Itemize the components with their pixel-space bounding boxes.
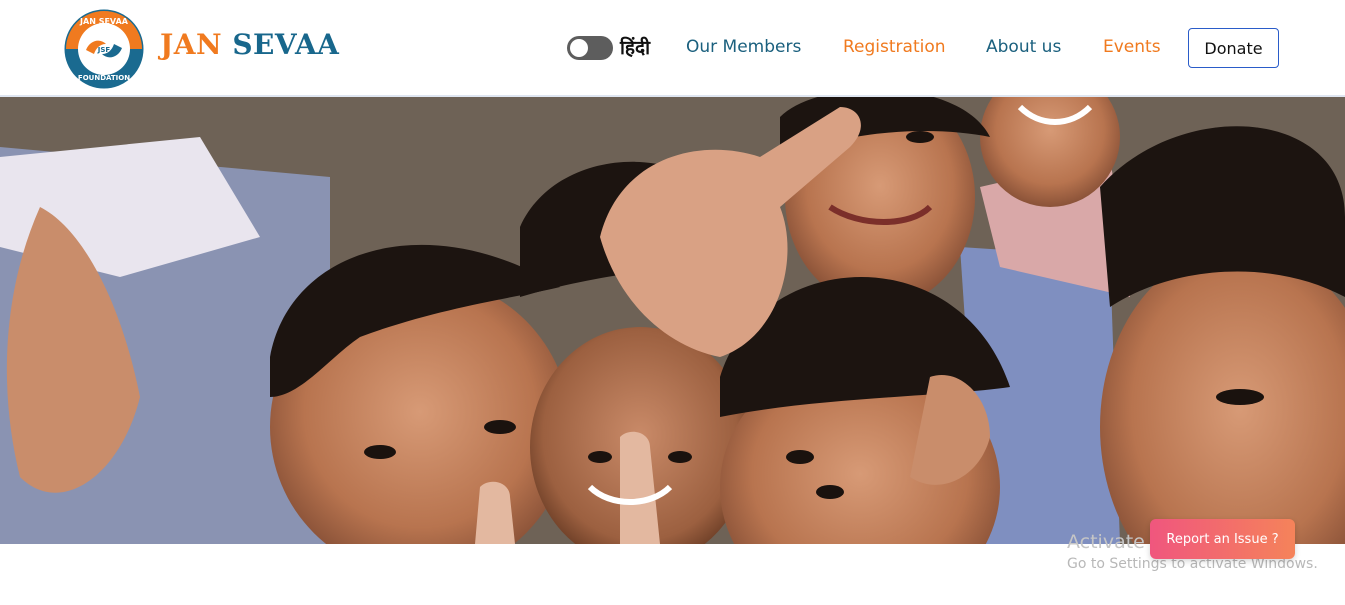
report-issue-button[interactable]: Report an Issue ?: [1150, 519, 1295, 559]
donate-button[interactable]: Donate: [1188, 28, 1279, 68]
nav-about-us[interactable]: About us: [986, 37, 1061, 57]
toggle-knob: [570, 39, 588, 57]
logo-text-bottom: FOUNDATION: [78, 74, 130, 82]
language-label: हिंदी: [620, 37, 651, 59]
nav-registration[interactable]: Registration: [843, 37, 946, 57]
brand-word-jan: JAN: [160, 28, 223, 61]
jan-sevaa-logo[interactable]: JAN SEVAA JSF FOUNDATION: [62, 8, 146, 90]
logo-text-center: JSF: [97, 46, 111, 54]
brand-word-sevaa: SEVAA: [232, 28, 340, 61]
site-header: JAN SEVAA JSF FOUNDATION JAN SEVAA हिंदी…: [0, 0, 1345, 97]
nav-our-members[interactable]: Our Members: [686, 37, 801, 57]
hero-image: [0, 97, 1345, 544]
language-toggle[interactable]: [567, 36, 613, 60]
brand-name[interactable]: JAN SEVAA: [160, 28, 339, 61]
nav-events[interactable]: Events: [1103, 37, 1161, 57]
hero-children-photo: [0, 97, 1345, 544]
logo-text-top: JAN SEVAA: [79, 17, 129, 26]
